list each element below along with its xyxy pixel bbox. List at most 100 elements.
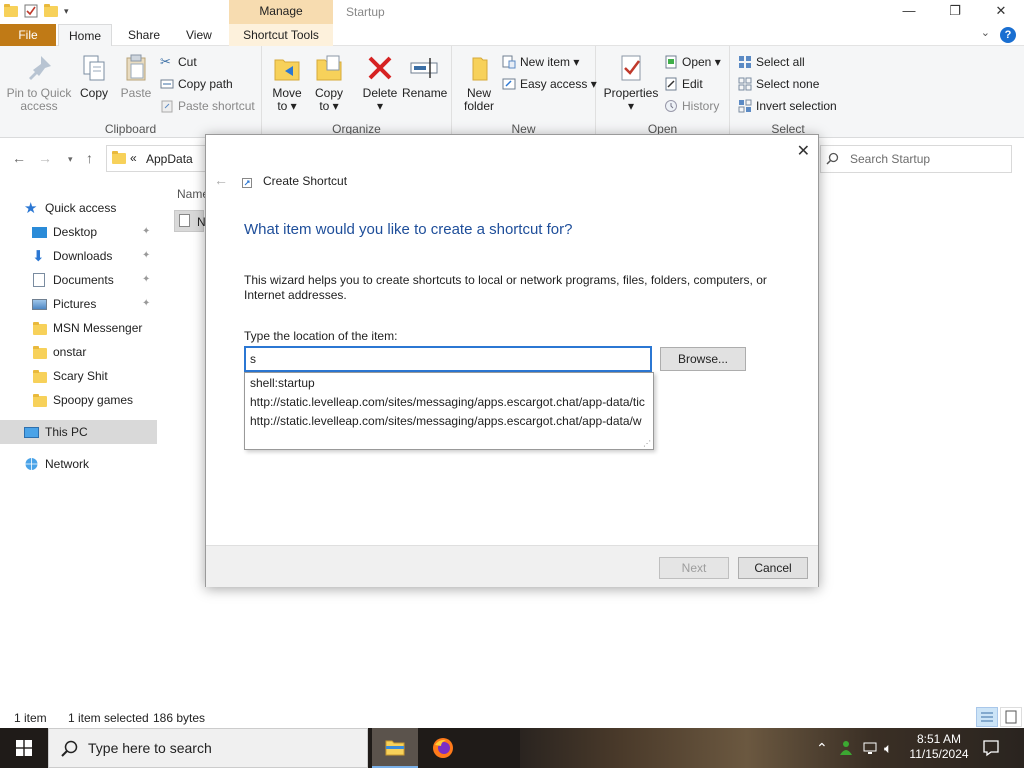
nav-onstar[interactable]: onstar [0, 340, 157, 364]
nav-pictures[interactable]: Pictures ✦ [0, 292, 157, 316]
details-view-button[interactable] [976, 707, 998, 727]
resize-grip-icon[interactable]: ⋰ [643, 439, 651, 448]
select-all-button[interactable]: Select all [738, 52, 805, 72]
collapse-ribbon-icon[interactable]: ⌄ [981, 26, 990, 39]
nav-downloads[interactable]: ⬇ Downloads ✦ [0, 244, 157, 268]
back-arrow-icon[interactable]: ← [12, 150, 26, 166]
notifications-icon[interactable] [982, 739, 1000, 757]
volume-icon[interactable]: 🔈︎ [884, 740, 892, 757]
new-folder-icon[interactable] [44, 3, 58, 17]
nav-scary[interactable]: Scary Shit [0, 364, 157, 388]
rename-button[interactable]: Rename [402, 52, 447, 100]
file-row-selected[interactable]: N [174, 210, 206, 232]
nav-this-pc[interactable]: This PC [0, 420, 157, 444]
tab-file[interactable]: File [0, 24, 56, 46]
msn-buddy-icon[interactable] [838, 740, 854, 756]
nav-network[interactable]: Network [0, 452, 157, 476]
nav-documents[interactable]: Documents ✦ [0, 268, 157, 292]
open-button[interactable]: Open ▾ [664, 52, 721, 72]
tab-view[interactable]: View [176, 24, 222, 46]
folder-icon [33, 394, 47, 407]
open-label: Open ▾ [682, 55, 721, 69]
breadcrumb-overflow[interactable]: « [130, 151, 137, 165]
browse-button[interactable]: Browse... [660, 347, 746, 371]
minimize-button[interactable]: — [886, 0, 932, 24]
next-button[interactable]: Next [659, 557, 729, 579]
location-label: Type the location of the item: [244, 329, 398, 343]
star-icon: ★ [24, 200, 38, 217]
copy-button[interactable]: Copy [76, 52, 112, 100]
status-selected: 1 item selected [68, 711, 149, 725]
nav-quick-access-label: Quick access [45, 201, 117, 215]
paste-icon [126, 54, 146, 81]
tab-share[interactable]: Share [118, 24, 170, 46]
copy-to-button[interactable]: Copy to ▾ [312, 52, 346, 113]
pin-icon: ✦ [142, 250, 151, 261]
autocomplete-item[interactable]: http://static.levelleap.com/sites/messag… [250, 395, 650, 409]
paste-label: Paste [120, 86, 152, 100]
start-button[interactable] [0, 728, 48, 768]
help-icon[interactable]: ? [1000, 27, 1016, 43]
recent-locations-chevron-icon[interactable]: ▾ [68, 154, 73, 165]
search-placeholder: Search Startup [850, 152, 931, 166]
taskbar-search-icon [61, 740, 78, 757]
invert-selection-button[interactable]: Invert selection [738, 96, 837, 116]
autocomplete-item[interactable]: shell:startup [250, 376, 650, 390]
close-window-button[interactable]: ✕ [978, 0, 1024, 24]
delete-x-icon [368, 56, 392, 80]
cut-button[interactable]: ✂ Cut [160, 52, 197, 72]
properties-label-2: ▾ [627, 99, 635, 113]
dialog-close-button[interactable]: ✕ [797, 141, 810, 161]
new-item-button[interactable]: New item ▾ [502, 52, 579, 72]
large-icons-view-button[interactable] [1000, 707, 1022, 727]
move-to-button[interactable]: Move to ▾ [270, 52, 304, 113]
history-label: History [682, 99, 720, 113]
new-folder-button[interactable]: New folder [460, 52, 498, 113]
nav-spoopy-games[interactable]: Spoopy games [0, 388, 157, 412]
tray-overflow-chevron-icon[interactable]: ⌃ [816, 740, 828, 757]
folder-icon[interactable] [4, 3, 18, 17]
autocomplete-dropdown: shell:startup http://static.levelleap.co… [244, 372, 654, 450]
tab-home[interactable]: Home [58, 24, 113, 47]
invert-selection-icon [738, 99, 752, 113]
nav-quick-access[interactable]: ★ Quick access [0, 196, 157, 220]
history-button[interactable]: History [664, 96, 719, 116]
easy-access-label: Easy access ▾ [520, 77, 597, 91]
edit-button[interactable]: Edit [664, 74, 703, 94]
dialog-back-arrow-icon[interactable]: ← [214, 172, 228, 188]
taskbar-firefox[interactable] [420, 728, 466, 768]
properties-button[interactable]: Properties ▾ [602, 52, 660, 113]
location-input[interactable] [244, 346, 652, 372]
paste-button[interactable]: Paste [118, 52, 154, 100]
nav-desktop[interactable]: Desktop ✦ [0, 220, 157, 244]
paste-shortcut-icon [161, 100, 173, 113]
manage-contextual-group: Manage [229, 0, 333, 24]
address-folder-icon [112, 151, 126, 164]
breadcrumb-appdata[interactable]: AppData [146, 152, 193, 166]
delete-button[interactable]: Delete ▾ [360, 52, 400, 113]
tray-clock[interactable]: 8:51 AM 11/15/2024 [905, 732, 973, 762]
nav-network-label: Network [45, 457, 90, 471]
customize-toolbar-icon[interactable]: ▾ [64, 6, 69, 17]
autocomplete-item[interactable]: http://static.levelleap.com/sites/messag… [250, 414, 650, 428]
cancel-button[interactable]: Cancel [738, 557, 808, 579]
pin-to-quick-access-button[interactable]: Pin to Quick access [6, 52, 72, 113]
select-none-button[interactable]: Select none [738, 74, 819, 94]
tab-shortcut-tools[interactable]: Shortcut Tools [229, 24, 333, 46]
up-arrow-icon[interactable]: ↑ [86, 150, 93, 166]
dialog-description: This wizard helps you to create shortcut… [244, 273, 767, 302]
network-tray-icon[interactable] [862, 740, 878, 756]
folder-icon [33, 346, 47, 359]
taskbar-file-explorer[interactable] [372, 728, 418, 768]
properties-check-icon[interactable] [24, 4, 38, 18]
select-all-label: Select all [756, 55, 805, 69]
forward-arrow-icon[interactable]: → [38, 150, 52, 166]
copy-path-button[interactable]: Copy path [160, 74, 233, 94]
maximize-button[interactable]: ❐ [932, 0, 978, 24]
status-bar: 1 item 1 item selected 186 bytes [0, 706, 1024, 728]
easy-access-button[interactable]: Easy access ▾ [502, 74, 597, 94]
nav-msn-messenger[interactable]: MSN Messenger [0, 316, 157, 340]
paste-shortcut-button[interactable]: Paste shortcut [160, 96, 255, 116]
scissors-icon: ✂ [160, 54, 171, 69]
firefox-icon [433, 738, 453, 758]
